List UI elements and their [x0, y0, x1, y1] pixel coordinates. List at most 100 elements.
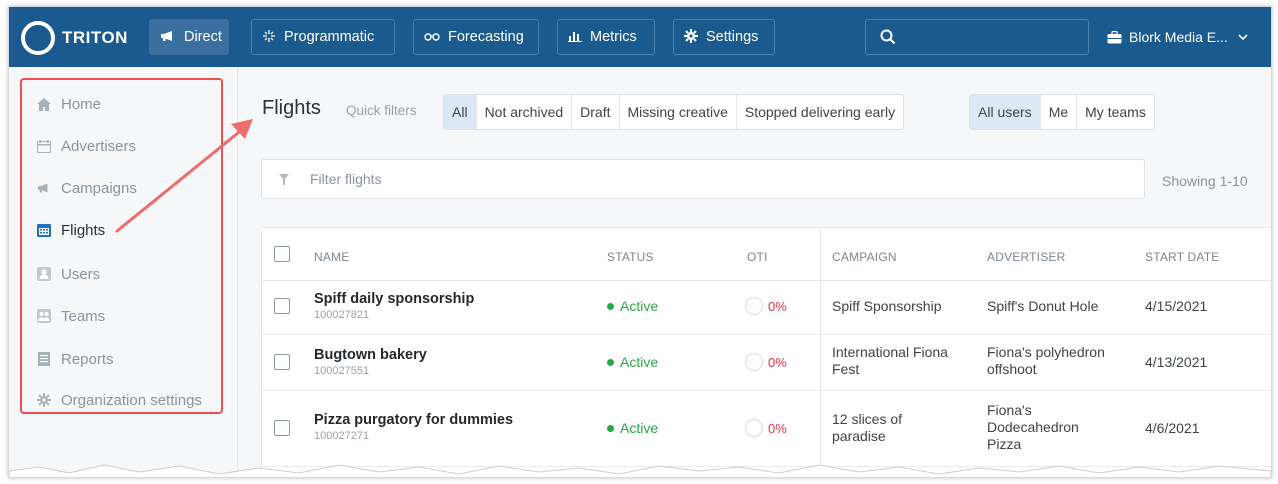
column-divider [820, 228, 821, 477]
advertiser-cell[interactable]: Fiona's polyhedron offshoot [987, 344, 1132, 378]
page-title: Flights [262, 97, 321, 119]
sidebar-item-reports[interactable]: Reports [37, 348, 114, 370]
global-search-box[interactable] [865, 19, 1089, 55]
nav-programmatic-label: Programmatic [284, 29, 375, 45]
binoculars-icon [424, 30, 440, 44]
sidebar-item-label: Users [61, 265, 101, 283]
status-badge: Active [607, 298, 658, 314]
header-divider [262, 280, 1271, 281]
quick-filter-missing-creative[interactable]: Missing creative [620, 95, 737, 129]
flight-name[interactable]: Bugtown bakery [314, 347, 427, 364]
home-icon [37, 97, 51, 111]
row-checkbox[interactable] [274, 298, 290, 314]
user-filter-me[interactable]: Me [1041, 95, 1078, 129]
column-header-start-date[interactable]: START DATE [1145, 250, 1219, 264]
nav-metrics-label: Metrics [590, 29, 637, 45]
advertisers-icon [37, 139, 51, 153]
sidebar-item-teams[interactable]: Teams [37, 305, 105, 327]
account-menu[interactable]: Blork Media E... [1107, 19, 1248, 55]
filter-funnel-icon [279, 174, 289, 185]
sidebar-item-label: Campaigns [61, 179, 137, 197]
flight-name[interactable]: Spiff daily sponsorship [314, 291, 474, 308]
campaign-cell[interactable]: International Fiona Fest [832, 344, 972, 378]
nav-settings-button[interactable]: Settings [673, 19, 775, 55]
nav-settings-label: Settings [706, 29, 759, 45]
user-filters-group: All users Me My teams [969, 94, 1155, 130]
status-text: Active [620, 354, 659, 370]
quick-filter-all[interactable]: All [444, 95, 477, 129]
team-icon [37, 309, 51, 323]
advertiser-cell[interactable]: Spiff's Donut Hole [987, 298, 1098, 315]
flights-table: NAME STATUS OTI CAMPAIGN ADVERTISER STAR… [261, 227, 1271, 477]
quick-filter-draft[interactable]: Draft [572, 95, 620, 129]
column-header-status[interactable]: STATUS [607, 250, 654, 264]
oti-value: 0% [768, 354, 787, 370]
oti-indicator: 0% [745, 297, 787, 315]
user-filter-all-users[interactable]: All users [970, 95, 1041, 129]
row-divider [262, 390, 1271, 391]
column-header-name[interactable]: NAME [314, 250, 349, 264]
flight-id: 100027271 [314, 430, 370, 442]
oti-ring-icon [745, 419, 763, 437]
sidebar-item-home[interactable]: Home [37, 93, 101, 115]
triton-logo[interactable]: TRITON [21, 21, 128, 55]
campaign-cell[interactable]: Spiff Sponsorship [832, 298, 941, 315]
oti-ring-icon [745, 297, 763, 315]
flight-name[interactable]: Pizza purgatory for dummies [314, 412, 513, 429]
nav-forecasting-button[interactable]: Forecasting [413, 19, 539, 55]
advertiser-cell[interactable]: Fiona's Dodecahedron Pizza [987, 402, 1097, 453]
logo-text: TRITON [62, 28, 128, 47]
sidebar-item-users[interactable]: Users [37, 263, 100, 285]
nav-metrics-button[interactable]: Metrics [557, 19, 655, 55]
triton-logo-icon [21, 21, 55, 55]
sidebar-item-organization-settings[interactable]: Organization settings [37, 389, 202, 411]
start-date-cell: 4/6/2021 [1145, 420, 1200, 436]
flight-id: 100027821 [314, 309, 370, 321]
sidebar-item-campaigns[interactable]: Campaigns [37, 177, 137, 199]
quick-filters-group: All Not archived Draft Missing creative … [443, 94, 905, 130]
column-header-oti[interactable]: OTI [747, 250, 768, 264]
gear-icon [37, 393, 51, 407]
oti-indicator: 0% [745, 353, 787, 371]
sidebar-item-advertisers[interactable]: Advertisers [37, 135, 136, 157]
user-filter-my-teams[interactable]: My teams [1077, 95, 1154, 129]
row-checkbox[interactable] [274, 354, 290, 370]
nav-programmatic-button[interactable]: Programmatic [251, 19, 395, 55]
chevron-down-icon [1238, 33, 1248, 41]
top-navigation-bar: TRITON Direct Programmatic Forecasting M [9, 7, 1271, 67]
search-icon [880, 29, 896, 50]
column-header-advertiser[interactable]: ADVERTISER [987, 250, 1065, 264]
status-text: Active [620, 298, 659, 314]
nav-direct-label: Direct [184, 29, 222, 45]
sparkle-icon [262, 29, 276, 46]
torn-edge-decoration [9, 464, 1271, 477]
status-dot [607, 302, 614, 310]
megaphone-icon [37, 181, 51, 195]
column-header-campaign[interactable]: CAMPAIGN [832, 250, 897, 264]
campaign-cell[interactable]: 12 slices of paradise [832, 411, 952, 445]
account-label: Blork Media E... [1129, 29, 1228, 45]
row-checkbox[interactable] [274, 420, 290, 436]
bar-chart-icon [568, 30, 582, 45]
sidebar-item-label: Flights [61, 221, 106, 239]
start-date-cell: 4/15/2021 [1145, 298, 1208, 314]
select-all-checkbox[interactable] [274, 246, 290, 262]
quick-filter-stopped-delivering-early[interactable]: Stopped delivering early [737, 95, 903, 129]
filter-flights-input[interactable]: Filter flights [261, 159, 1145, 199]
sidebar-item-flights[interactable]: Flights [37, 219, 105, 241]
filter-flights-placeholder: Filter flights [310, 171, 382, 187]
sidebar-item-label: Home [61, 95, 102, 113]
main-content: Flights Quick filters All Not archived D… [238, 67, 1271, 477]
briefcase-icon [1107, 30, 1122, 44]
nav-direct-button[interactable]: Direct [149, 19, 229, 55]
pagination-showing-text: Showing 1-10 [1162, 173, 1248, 189]
quick-filter-not-archived[interactable]: Not archived [477, 95, 573, 129]
oti-value: 0% [768, 420, 787, 436]
row-divider [262, 334, 1271, 335]
megaphone-icon [160, 30, 176, 45]
start-date-cell: 4/13/2021 [1145, 354, 1208, 370]
status-dot [607, 358, 614, 366]
sidebar-item-label: Teams [61, 307, 106, 325]
sidebar-item-label: Advertisers [61, 137, 137, 155]
calendar-icon [37, 223, 51, 237]
